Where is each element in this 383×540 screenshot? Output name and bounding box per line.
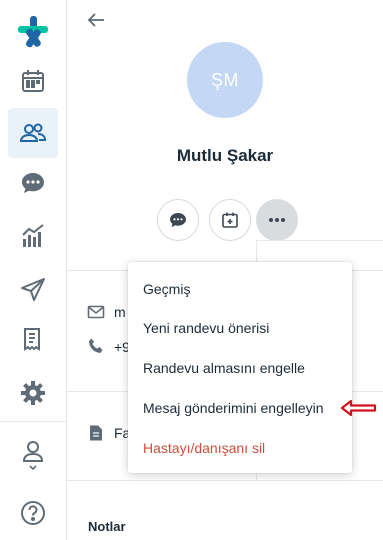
- chat-icon[interactable]: [8, 158, 58, 208]
- logo-icon[interactable]: [8, 6, 58, 56]
- calendar-plus-icon: [222, 212, 238, 228]
- avatar-initials: ŞM: [211, 69, 239, 90]
- more-options-button[interactable]: [256, 199, 298, 241]
- phone-icon: [87, 337, 105, 355]
- sidebar-nav: [0, 0, 67, 540]
- file-icon: [87, 424, 105, 442]
- users-icon[interactable]: [8, 108, 58, 158]
- chart-icon[interactable]: [8, 211, 58, 261]
- paper-plane-icon[interactable]: [8, 265, 58, 315]
- calendar-icon[interactable]: [8, 56, 58, 106]
- question-icon[interactable]: [8, 488, 58, 538]
- section-divider: [67, 480, 383, 481]
- receipt-icon[interactable]: [8, 315, 58, 365]
- red-arrow-icon: [340, 399, 377, 417]
- message-button[interactable]: [157, 199, 199, 241]
- gear-icon[interactable]: [8, 368, 58, 418]
- chat-icon: [170, 213, 186, 227]
- menu-item-history[interactable]: Geçmiş: [143, 281, 190, 297]
- patient-name: Mutlu Şakar: [176, 146, 274, 165]
- notes-heading: Notlar: [88, 519, 126, 534]
- doctor-profile-icon[interactable]: [8, 430, 58, 480]
- ellipsis-icon: [269, 218, 285, 222]
- menu-item-block-booking[interactable]: Randevu almasını engelle: [143, 360, 305, 376]
- menu-item-new-appointment[interactable]: Yeni randevu önerisi: [143, 320, 269, 336]
- add-appointment-button[interactable]: [209, 199, 251, 241]
- menu-item-block-messages[interactable]: Mesaj gönderimini engelleyin: [143, 400, 324, 416]
- app-root: ŞM Mutlu Şakar m +9 Fa Notlar Geçmiş Yen…: [0, 0, 383, 540]
- email-icon: [87, 303, 105, 321]
- back-arrow-icon[interactable]: [85, 9, 107, 31]
- avatar: ŞM: [187, 42, 263, 118]
- menu-item-delete-patient[interactable]: Hastayı/danışanı sil: [143, 440, 265, 456]
- sidebar-divider: [0, 421, 66, 422]
- email-value[interactable]: m: [114, 304, 126, 320]
- more-options-menu: Geçmiş Yeni randevu önerisi Randevu alma…: [128, 262, 352, 473]
- column-top-divider: [256, 240, 383, 241]
